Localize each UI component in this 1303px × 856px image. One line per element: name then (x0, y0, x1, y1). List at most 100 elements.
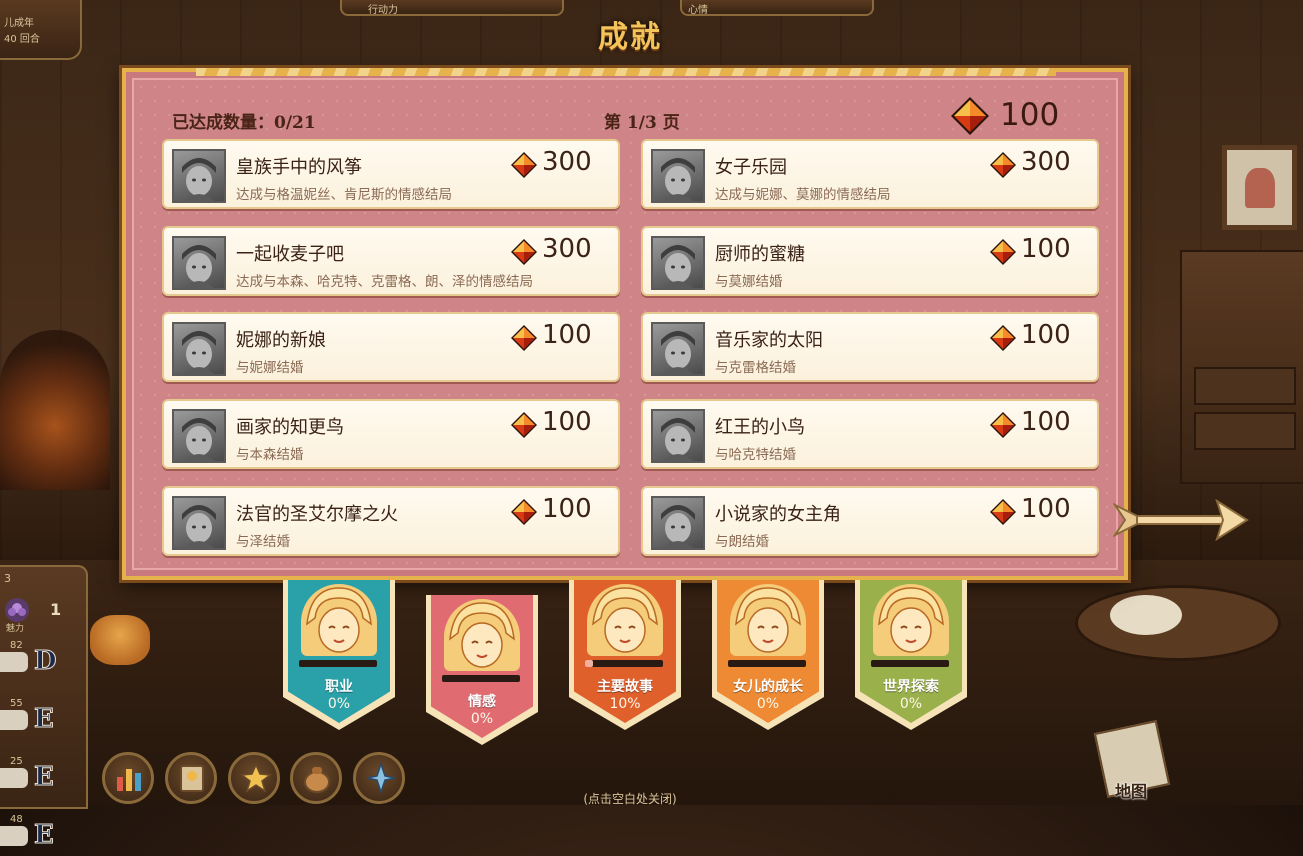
category-banner[interactable]: 职业 0% (283, 580, 395, 730)
inventory-button[interactable] (290, 752, 342, 804)
category-progress-bar (585, 660, 663, 667)
category-label: 女儿的成长 (733, 679, 803, 695)
action-points-label: 行动力 (368, 5, 398, 16)
background-plate (1110, 595, 1182, 635)
character-portrait (651, 409, 705, 464)
attribute-top-value: 3 (4, 572, 11, 585)
category-banner[interactable]: 世界探索 0% (855, 580, 967, 730)
achievement-card[interactable]: 女子乐园 达成与妮娜、莫娜的情感结局 300 (641, 139, 1099, 209)
category-percent: 0% (327, 696, 351, 712)
attribute-row: 55 E (0, 698, 86, 740)
achievement-card[interactable]: 法官的圣艾尔摩之火 与泽结婚 100 (162, 485, 620, 556)
achievement-reward: 100 (542, 493, 592, 524)
attribute-panel: 3 魅力 1 82 D 55 E 25 E 48 E (0, 565, 88, 851)
character-portrait (172, 149, 226, 203)
attribute-value: 25 (10, 756, 23, 767)
category-portrait (730, 584, 806, 656)
mood-bar: 心情 (680, 0, 874, 16)
achievement-name: 红王的小鸟 (715, 417, 805, 439)
diary-button[interactable] (165, 752, 217, 804)
achievement-description: 与莫娜结婚 (715, 273, 783, 290)
achievement-card[interactable]: 红王的小鸟 与哈克特结婚 100 (641, 399, 1099, 470)
attribute-bar (0, 710, 28, 730)
background-oven (0, 330, 110, 490)
attribute-grade: E (34, 820, 55, 851)
cabinet-drawer (1194, 412, 1296, 450)
achievement-name: 一起收麦子吧 (236, 243, 344, 265)
category-percent: 0% (756, 696, 780, 712)
achievement-name: 女子乐园 (715, 157, 787, 178)
attribute-bar (0, 768, 28, 788)
gem-icon (989, 151, 1017, 179)
category-portrait (301, 584, 377, 656)
category-progress-fill (585, 660, 593, 667)
achievement-description: 与哈克特结婚 (715, 447, 796, 464)
close-hint: (点击空白处关闭) (583, 792, 677, 806)
category-label: 主要故事 (597, 679, 653, 695)
attribute-value: 55 (10, 698, 23, 709)
achievement-name: 厨师的蜜糖 (715, 243, 805, 265)
gem-icon (510, 324, 538, 352)
points-total: 100 (1000, 97, 1060, 133)
stats-chart-button[interactable] (102, 752, 154, 804)
achievements-button[interactable] (228, 752, 280, 804)
panel-trim (196, 68, 1056, 76)
cabinet-drawer (1194, 367, 1296, 405)
charm-icon (5, 598, 29, 622)
character-portrait (172, 235, 226, 290)
achievement-reward: 100 (542, 407, 592, 438)
crest-button[interactable] (353, 752, 405, 804)
attribute-grade: E (34, 762, 55, 793)
page-title: 成就 (598, 20, 662, 55)
attribute-grade: D (34, 646, 58, 677)
gem-icon (510, 238, 538, 266)
achievement-name: 小说家的女主角 (715, 503, 841, 525)
crest-icon (366, 763, 396, 793)
achievement-reward: 100 (1021, 320, 1071, 351)
turn-label: 儿成年 (4, 18, 34, 29)
page-indicator: 第 1/3 页 (604, 113, 680, 133)
turn-counter: 儿成年 40 回合 (0, 0, 82, 60)
panel-body: 已达成数量：0/21 第 1/3 页 100 皇族手中的风筝 达成与格温妮丝、肯尼… (132, 78, 1118, 570)
chart-icon (117, 769, 141, 791)
category-progress-bar (728, 660, 806, 667)
achievement-card[interactable]: 皇族手中的风筝 达成与格温妮丝、肯尼斯的情感结局 300 (162, 139, 620, 209)
achievement-reward: 300 (542, 147, 592, 177)
achievement-description: 达成与格温妮丝、肯尼斯的情感结局 (236, 187, 452, 203)
achievement-card[interactable]: 音乐家的太阳 与克雷格结婚 100 (641, 312, 1099, 383)
map-label: 地图 (1115, 782, 1148, 801)
attribute-value: 48 (10, 814, 23, 825)
character-portrait (172, 495, 226, 550)
attribute-bar (0, 652, 28, 672)
next-page-arrow-icon[interactable] (1113, 495, 1249, 545)
category-banner[interactable]: 女儿的成长 0% (712, 580, 824, 730)
gem-icon (510, 151, 538, 179)
background-picture-frame (1222, 145, 1297, 230)
achievement-card[interactable]: 画家的知更鸟 与本森结婚 100 (162, 399, 620, 470)
achievement-card[interactable]: 一起收麦子吧 达成与本森、哈克特、克雷格、朗、泽的情感结局 300 (162, 225, 620, 296)
attribute-row: 48 E (0, 814, 86, 856)
category-percent: 0% (899, 696, 923, 712)
character-portrait (172, 322, 226, 377)
attribute-bar (0, 826, 28, 846)
achievement-reward: 100 (542, 320, 592, 351)
gem-icon (989, 324, 1017, 352)
category-progress-bar (299, 660, 377, 667)
gem-icon (510, 498, 538, 526)
achievement-card[interactable]: 厨师的蜜糖 与莫娜结婚 100 (641, 225, 1099, 296)
charm-value: 1 (50, 600, 62, 619)
gem-icon (989, 238, 1017, 266)
action-points-bar: 行动力 (340, 0, 564, 16)
category-label: 世界探索 (883, 679, 939, 695)
achievement-description: 与朗结婚 (715, 533, 769, 550)
category-banner[interactable]: 主要故事 10% (569, 580, 681, 730)
achievement-description: 达成与本森、哈克特、克雷格、朗、泽的情感结局 (236, 273, 533, 290)
achievement-card[interactable]: 妮娜的新娘 与妮娜结婚 100 (162, 312, 620, 383)
character-portrait (172, 409, 226, 464)
category-portrait (587, 584, 663, 656)
achievement-card[interactable]: 小说家的女主角 与朗结婚 100 (641, 485, 1099, 556)
achievement-description: 与泽结婚 (236, 533, 290, 550)
turn-count: 40 回合 (4, 34, 40, 45)
map-button[interactable]: 地图 (1080, 718, 1171, 803)
category-banner[interactable]: 情感 0% (426, 595, 538, 745)
